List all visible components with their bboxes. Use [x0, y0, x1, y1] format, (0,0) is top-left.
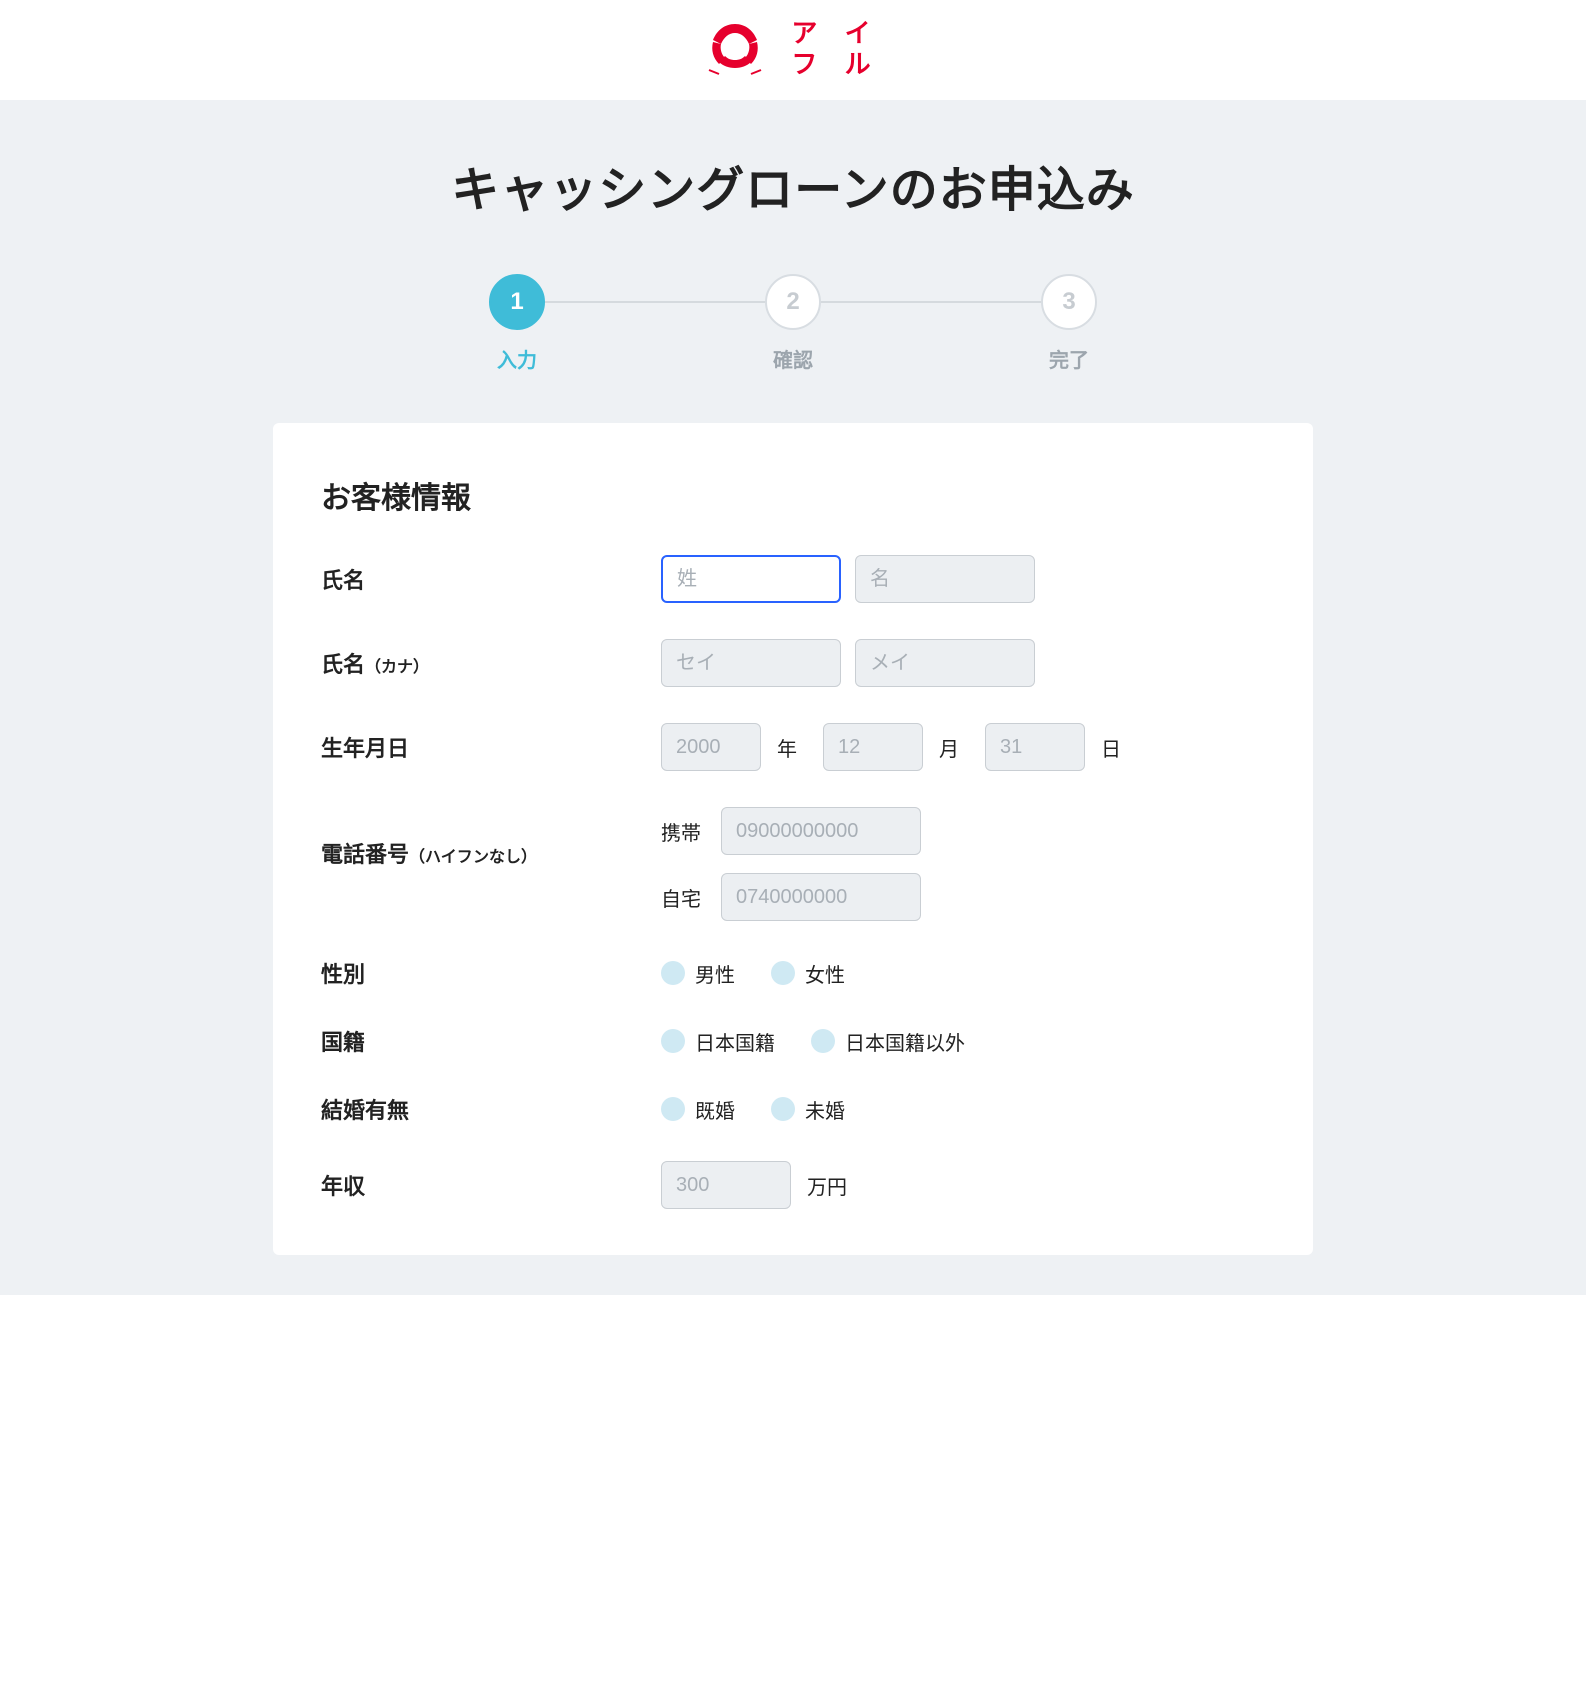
logo-text: ア イ フ ル — [791, 18, 880, 80]
row-phone: 電話番号（ハイフンなし） 携帯 自宅 — [321, 807, 1265, 921]
home-phone-input[interactable] — [721, 873, 921, 921]
row-name: 氏名 — [321, 555, 1265, 603]
radio-icon — [661, 961, 685, 985]
logo-text-line1: ア イ — [791, 18, 880, 49]
section-title: お客様情報 — [321, 473, 1265, 517]
birth-year-input[interactable] — [661, 723, 761, 771]
stepper: 1 入力 2 確認 3 完了 — [28, 274, 1558, 373]
step-circle: 1 — [489, 274, 545, 330]
birth-month-input[interactable] — [823, 723, 923, 771]
lastname-input[interactable] — [661, 555, 841, 603]
year-unit: 年 — [777, 733, 797, 762]
label-birth: 生年月日 — [321, 731, 661, 763]
step-label: 完了 — [1049, 344, 1089, 373]
row-kana: 氏名（カナ） — [321, 639, 1265, 687]
page-title: キャッシングローンのお申込み — [28, 150, 1558, 220]
step-line — [545, 301, 765, 303]
birth-day-input[interactable] — [985, 723, 1085, 771]
firstname-kana-input[interactable] — [855, 639, 1035, 687]
label-phone: 電話番号（ハイフンなし） — [321, 807, 661, 869]
nationality-other-radio[interactable]: 日本国籍以外 — [811, 1027, 965, 1056]
label-nationality: 国籍 — [321, 1025, 661, 1057]
income-input[interactable] — [661, 1161, 791, 1209]
step-label: 確認 — [773, 344, 813, 373]
label-income: 年収 — [321, 1169, 661, 1201]
row-marital: 結婚有無 既婚 未婚 — [321, 1093, 1265, 1125]
mobile-label: 携帯 — [661, 817, 707, 846]
label-marital: 結婚有無 — [321, 1093, 661, 1125]
radio-icon — [771, 961, 795, 985]
marital-married-radio[interactable]: 既婚 — [661, 1095, 735, 1124]
radio-icon — [811, 1029, 835, 1053]
step-label: 入力 — [497, 344, 537, 373]
radio-icon — [771, 1097, 795, 1121]
row-birth: 生年月日 年 月 日 — [321, 723, 1265, 771]
row-gender: 性別 男性 女性 — [321, 957, 1265, 989]
row-income: 年収 万円 — [321, 1161, 1265, 1209]
label-gender: 性別 — [321, 957, 661, 989]
logo-mark-icon — [705, 20, 765, 78]
form-card: お客様情報 氏名 氏名（カナ） 生年月日 年 月 — [273, 423, 1313, 1255]
row-nationality: 国籍 日本国籍 日本国籍以外 — [321, 1025, 1265, 1057]
lastname-kana-input[interactable] — [661, 639, 841, 687]
step-circle: 2 — [765, 274, 821, 330]
label-kana: 氏名（カナ） — [321, 647, 661, 679]
gender-female-radio[interactable]: 女性 — [771, 959, 845, 988]
nationality-jp-radio[interactable]: 日本国籍 — [661, 1027, 775, 1056]
step-confirm: 2 確認 — [765, 274, 821, 373]
marital-single-radio[interactable]: 未婚 — [771, 1095, 845, 1124]
step-complete: 3 完了 — [1041, 274, 1097, 373]
step-circle: 3 — [1041, 274, 1097, 330]
day-unit: 日 — [1101, 733, 1121, 762]
step-line — [821, 301, 1041, 303]
label-name: 氏名 — [321, 563, 661, 595]
header: ア イ フ ル — [0, 0, 1586, 100]
page-body: キャッシングローンのお申込み 1 入力 2 確認 3 完了 お客様情報 氏名 — [0, 100, 1586, 1295]
radio-icon — [661, 1029, 685, 1053]
logo-text-line2: フ ル — [791, 49, 880, 80]
step-input: 1 入力 — [489, 274, 545, 373]
gender-male-radio[interactable]: 男性 — [661, 959, 735, 988]
firstname-input[interactable] — [855, 555, 1035, 603]
logo: ア イ フ ル — [705, 18, 880, 80]
home-label: 自宅 — [661, 883, 707, 912]
radio-icon — [661, 1097, 685, 1121]
income-unit: 万円 — [807, 1171, 847, 1200]
month-unit: 月 — [939, 733, 959, 762]
mobile-phone-input[interactable] — [721, 807, 921, 855]
